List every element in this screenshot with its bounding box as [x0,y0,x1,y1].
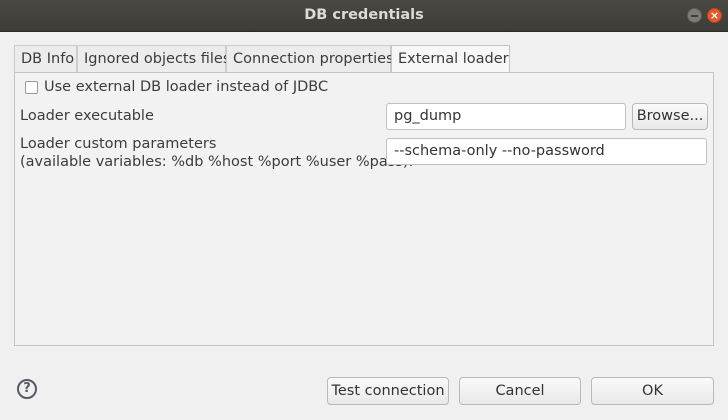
tab-connection-properties[interactable]: Connection properties [226,45,394,72]
use-external-loader-checkbox[interactable] [25,81,38,94]
close-button[interactable]: × [707,8,722,23]
close-icon: × [709,9,720,22]
ok-button[interactable]: OK [591,377,714,405]
tab-ignored-objects-files[interactable]: Ignored objects files [77,45,230,72]
loader-params-label: Loader custom parameters [20,136,217,152]
loader-executable-input[interactable]: pg_dump [386,103,626,130]
title-bar: DB credentials × [0,0,728,32]
window-title: DB credentials [304,7,424,23]
loader-params-hint: (available variables: %db %host %port %u… [20,154,414,170]
test-connection-button[interactable]: Test connection [327,377,449,405]
use-external-loader-label[interactable]: Use external DB loader instead of JDBC [44,79,328,95]
tab-external-loader[interactable]: External loader [391,45,510,73]
browse-button[interactable]: Browse... [632,103,708,130]
loader-params-input[interactable]: --schema-only --no-password [386,138,707,165]
minimize-button[interactable] [687,8,702,23]
help-icon[interactable]: ? [17,379,37,399]
loader-executable-label: Loader executable [20,108,154,124]
cancel-button[interactable]: Cancel [459,377,581,405]
tab-db-info[interactable]: DB Info [14,45,77,72]
